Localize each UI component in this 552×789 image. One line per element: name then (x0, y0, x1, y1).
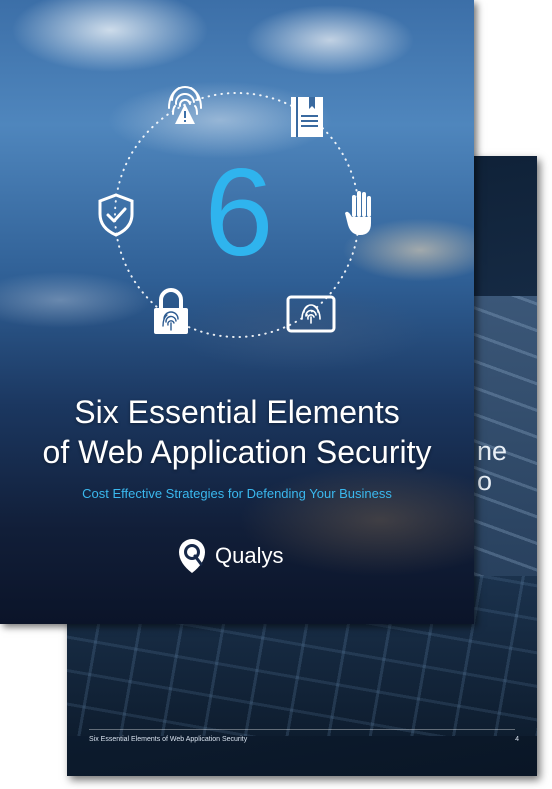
padlock-fingerprint-icon (154, 288, 188, 334)
cover-subtitle: Cost Effective Strategies for Defending … (82, 486, 392, 501)
back-footer-divider (89, 729, 515, 730)
book-icon (291, 97, 323, 137)
back-partial-heading-line1: ne (477, 436, 508, 466)
cover-title-line1: Six Essential Elements (74, 394, 400, 430)
shield-check-icon (98, 193, 134, 237)
qualys-logo: Qualys (177, 536, 283, 576)
tablet-fingerprint-icon (286, 295, 336, 333)
fingerprint-warning-icon (168, 86, 202, 124)
cover-number: 6 (204, 144, 274, 282)
qualys-logo-text: Qualys (215, 543, 284, 568)
dotted-ring (114, 92, 360, 338)
qualys-logo-icon (179, 539, 205, 573)
back-partial-heading-line2: o (477, 466, 493, 496)
front-cover: 6 Six Essential Elements of Web Applicat… (0, 0, 474, 624)
back-footer-title: Six Essential Elements of Web Applicatio… (89, 736, 248, 743)
hand-icon (345, 191, 371, 235)
cover-title-line2: of Web Application Security (42, 434, 432, 470)
back-page-number: 4 (515, 736, 519, 743)
